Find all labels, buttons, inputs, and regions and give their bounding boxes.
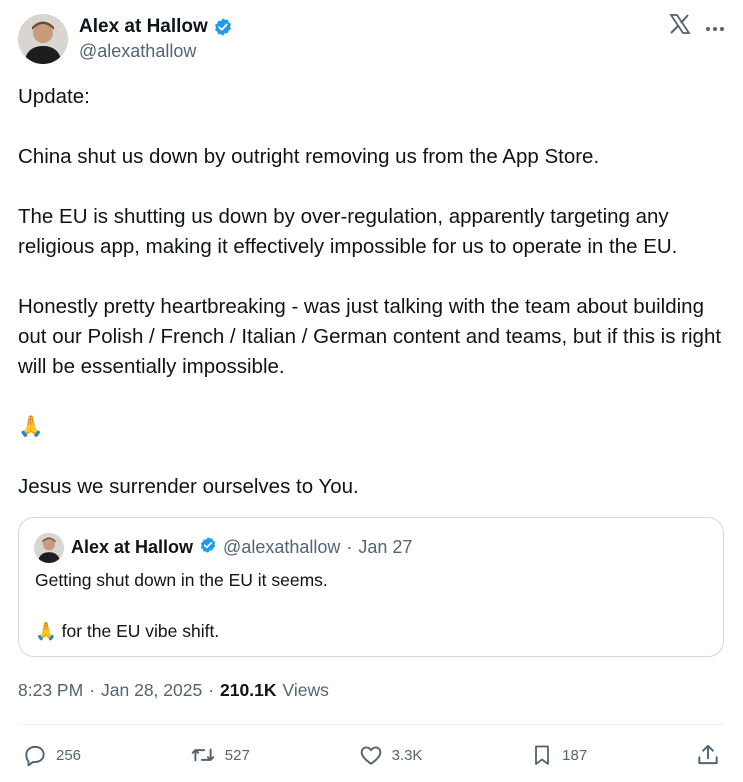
verified-badge-icon	[199, 536, 217, 559]
share-button[interactable]	[695, 742, 721, 768]
views-label: Views	[282, 680, 329, 700]
author-name[interactable]: Alex at Hallow	[79, 16, 208, 38]
tweet-text-line: China shut us down by outright removing …	[18, 145, 600, 168]
separator-dot: ·	[346, 537, 353, 557]
like-count: 3.3K	[391, 746, 423, 764]
share-icon	[695, 742, 721, 768]
divider	[18, 724, 725, 725]
repost-icon	[189, 742, 217, 768]
tweet-text-line: Jesus we surrender ourselves to You.	[18, 475, 359, 498]
like-button[interactable]: 3.3K	[358, 742, 423, 768]
more-dots-icon[interactable]	[705, 14, 725, 38]
avatar[interactable]	[18, 14, 68, 64]
author-handle[interactable]: @alexathallow	[79, 41, 196, 62]
quoted-text-line: 🙏 for the EU vibe shift.	[35, 621, 220, 641]
quoted-avatar[interactable]	[34, 533, 64, 563]
quoted-author-name[interactable]: Alex at Hallow	[71, 537, 193, 558]
quoted-date[interactable]: Jan 27	[358, 537, 412, 558]
bookmark-count: 187	[562, 746, 588, 764]
praying-hands-emoji: 🙏	[18, 415, 44, 438]
tweet-header: Alex at Hallow @alexathallow	[18, 14, 725, 66]
separator-dot: ·	[89, 680, 96, 700]
quoted-tweet[interactable]: Alex at Hallow @alexathallow · Jan 27 Ge…	[18, 517, 724, 657]
views-count: 210.1K	[220, 680, 277, 700]
bookmark-button[interactable]: 187	[530, 742, 587, 768]
repost-button[interactable]: 527	[189, 742, 250, 768]
verified-badge-icon	[213, 17, 233, 37]
tweet-text-line: Honestly pretty heartbreaking - was just…	[18, 295, 722, 378]
repost-count: 527	[224, 746, 250, 764]
tweet-text-line: The EU is shutting us down by over-regul…	[18, 205, 678, 258]
heart-icon	[358, 742, 384, 768]
reply-count: 256	[56, 746, 82, 764]
separator-dot: ·	[208, 680, 215, 700]
quoted-author-handle[interactable]: @alexathallow	[223, 537, 340, 558]
tweet-text-line: Update:	[18, 85, 90, 108]
tweet-meta: 8:23 PM · Jan 28, 2025 · 210.1K Views	[18, 680, 329, 701]
x-logo-icon[interactable]	[669, 14, 691, 38]
reply-button[interactable]: 256	[22, 742, 81, 768]
post-time[interactable]: 8:23 PM	[18, 680, 83, 701]
bookmark-icon	[530, 742, 554, 768]
post-date[interactable]: Jan 28, 2025	[101, 680, 202, 701]
reply-icon	[22, 742, 48, 768]
quoted-text-line: Getting shut down in the EU it seems.	[35, 570, 328, 590]
action-bar: 256 527 3.3K 187	[22, 740, 721, 770]
